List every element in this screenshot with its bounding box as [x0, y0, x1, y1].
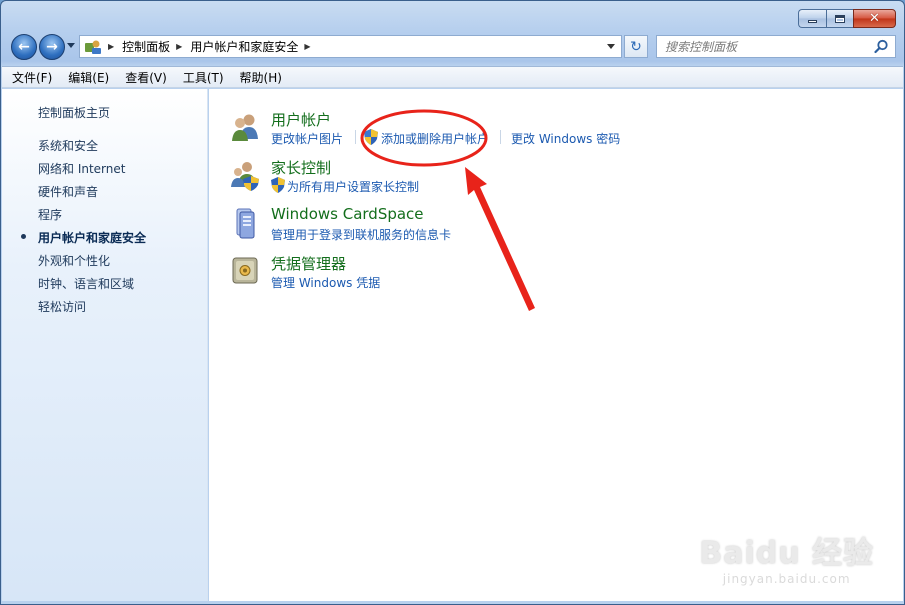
sidebar-item-network[interactable]: 网络和 Internet [38, 160, 125, 177]
menu-view[interactable]: 查看(V) [125, 69, 167, 86]
link-change-account-picture[interactable]: 更改帐户图片 [271, 130, 343, 147]
category-title-parental-controls[interactable]: 家长控制 [271, 157, 331, 178]
category-title-cardspace[interactable]: Windows CardSpace [271, 205, 424, 223]
menu-file[interactable]: 文件(F) [12, 69, 52, 86]
link-manage-information-cards[interactable]: 管理用于登录到联机服务的信息卡 [271, 226, 451, 243]
sidebar-item-appearance[interactable]: 外观和个性化 [38, 252, 110, 269]
refresh-icon: ↻ [630, 38, 642, 55]
link-add-remove-user-accounts[interactable]: 添加或删除用户帐户 [381, 130, 489, 147]
sidebar-item-hardware[interactable]: 硬件和声音 [38, 183, 98, 200]
menu-bar: 文件(F) 编辑(E) 查看(V) 工具(T) 帮助(H) [2, 66, 903, 88]
minimize-icon [808, 20, 817, 23]
control-panel-icon [84, 39, 102, 55]
arrow-right-icon: → [46, 39, 58, 55]
category-title-user-accounts[interactable]: 用户帐户 [271, 109, 331, 130]
maximize-button[interactable] [826, 9, 853, 28]
credential-manager-icon[interactable] [229, 254, 261, 286]
sidebar-item-programs[interactable]: 程序 [38, 206, 62, 223]
link-separator [500, 130, 501, 144]
forward-button[interactable]: → [39, 34, 65, 60]
main-content: 用户帐户 更改帐户图片 添加或删除用户帐户 更改 Windows 密码 家长控制 [209, 89, 903, 601]
sidebar-item-clock-region[interactable]: 时钟、语言和区域 [38, 275, 134, 292]
recent-pages-dropdown[interactable] [67, 43, 75, 48]
arrow-left-icon: ← [18, 39, 30, 55]
address-bar[interactable]: ▶ 控制面板 ▶ 用户帐户和家庭安全 ▶ [79, 35, 622, 58]
breadcrumb-separator-icon[interactable]: ▶ [176, 42, 182, 51]
current-item-bullet-icon [21, 234, 26, 239]
watermark-url: jingyan.baidu.com [722, 572, 851, 586]
minimize-button[interactable] [798, 9, 826, 28]
sidebar-item-user-accounts: 用户帐户和家庭安全 [38, 231, 147, 245]
breadcrumb-user-accounts[interactable]: 用户帐户和家庭安全 [190, 38, 298, 55]
maximize-icon [835, 14, 845, 23]
link-change-windows-password[interactable]: 更改 Windows 密码 [511, 130, 620, 147]
search-box[interactable] [656, 35, 896, 58]
refresh-button[interactable]: ↻ [624, 35, 648, 58]
parental-controls-icon[interactable] [229, 159, 261, 191]
menu-help[interactable]: 帮助(H) [240, 69, 282, 86]
category-title-credential-manager[interactable]: 凭据管理器 [271, 253, 346, 274]
sidebar-item-system-security[interactable]: 系统和安全 [38, 137, 98, 154]
back-button[interactable]: ← [11, 34, 37, 60]
caption-buttons: ✕ [798, 9, 896, 28]
link-manage-windows-credentials[interactable]: 管理 Windows 凭据 [271, 274, 380, 291]
breadcrumb-separator-icon[interactable]: ▶ [108, 42, 114, 51]
uac-shield-icon [271, 177, 285, 193]
link-separator [355, 130, 356, 144]
menu-tools[interactable]: 工具(T) [183, 69, 224, 86]
sidebar: 控制面板主页 系统和安全 网络和 Internet 硬件和声音 程序 用户帐户和… [2, 89, 208, 601]
close-icon: ✕ [869, 11, 880, 26]
address-dropdown-icon[interactable] [607, 44, 615, 49]
control-panel-window: ✕ ← → ▶ 控制面板 ▶ 用户帐户和家庭安全 ▶ ↻ 搜索控制面板 文件(F… [0, 0, 905, 605]
breadcrumb-control-panel[interactable]: 控制面板 [122, 38, 170, 55]
menu-edit[interactable]: 编辑(E) [68, 69, 109, 86]
sidebar-item-home[interactable]: 控制面板主页 [38, 104, 110, 121]
search-icon[interactable] [874, 39, 889, 54]
search-input[interactable] [665, 39, 865, 54]
uac-shield-icon [364, 129, 378, 145]
link-set-parental-controls[interactable]: 为所有用户设置家长控制 [287, 178, 419, 195]
baidu-watermark: Baidu 经验 jingyan.baidu.com [699, 528, 874, 586]
users-icon[interactable] [229, 111, 261, 143]
sidebar-item-ease-of-access[interactable]: 轻松访问 [38, 298, 86, 315]
close-button[interactable]: ✕ [853, 9, 896, 28]
breadcrumb-separator-icon[interactable]: ▶ [304, 42, 310, 51]
cardspace-icon[interactable] [229, 207, 261, 239]
watermark-logo: Baidu 经验 [699, 536, 874, 571]
